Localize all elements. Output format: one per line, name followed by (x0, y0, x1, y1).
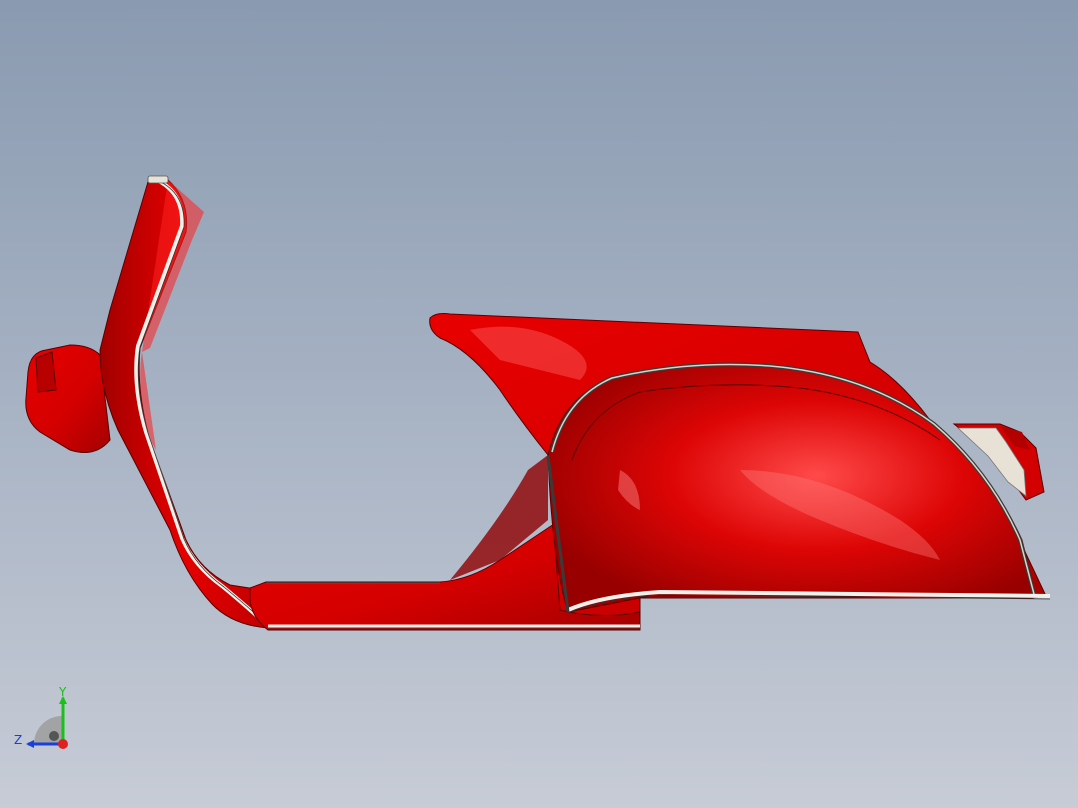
scooter-frame-model[interactable] (0, 0, 1078, 808)
y-axis-label: Y (58, 685, 67, 699)
3d-viewport[interactable]: Y Z (0, 0, 1078, 808)
column-top-cap (147, 175, 169, 184)
triad-quarter-disc (34, 716, 62, 744)
headset-cap (35, 351, 57, 393)
orientation-triad[interactable]: Y Z (10, 684, 80, 754)
triad-origin-marker (49, 731, 59, 741)
x-axis-dot (58, 739, 68, 749)
z-axis-label: Z (14, 733, 22, 747)
z-axis-arrow (26, 740, 34, 748)
